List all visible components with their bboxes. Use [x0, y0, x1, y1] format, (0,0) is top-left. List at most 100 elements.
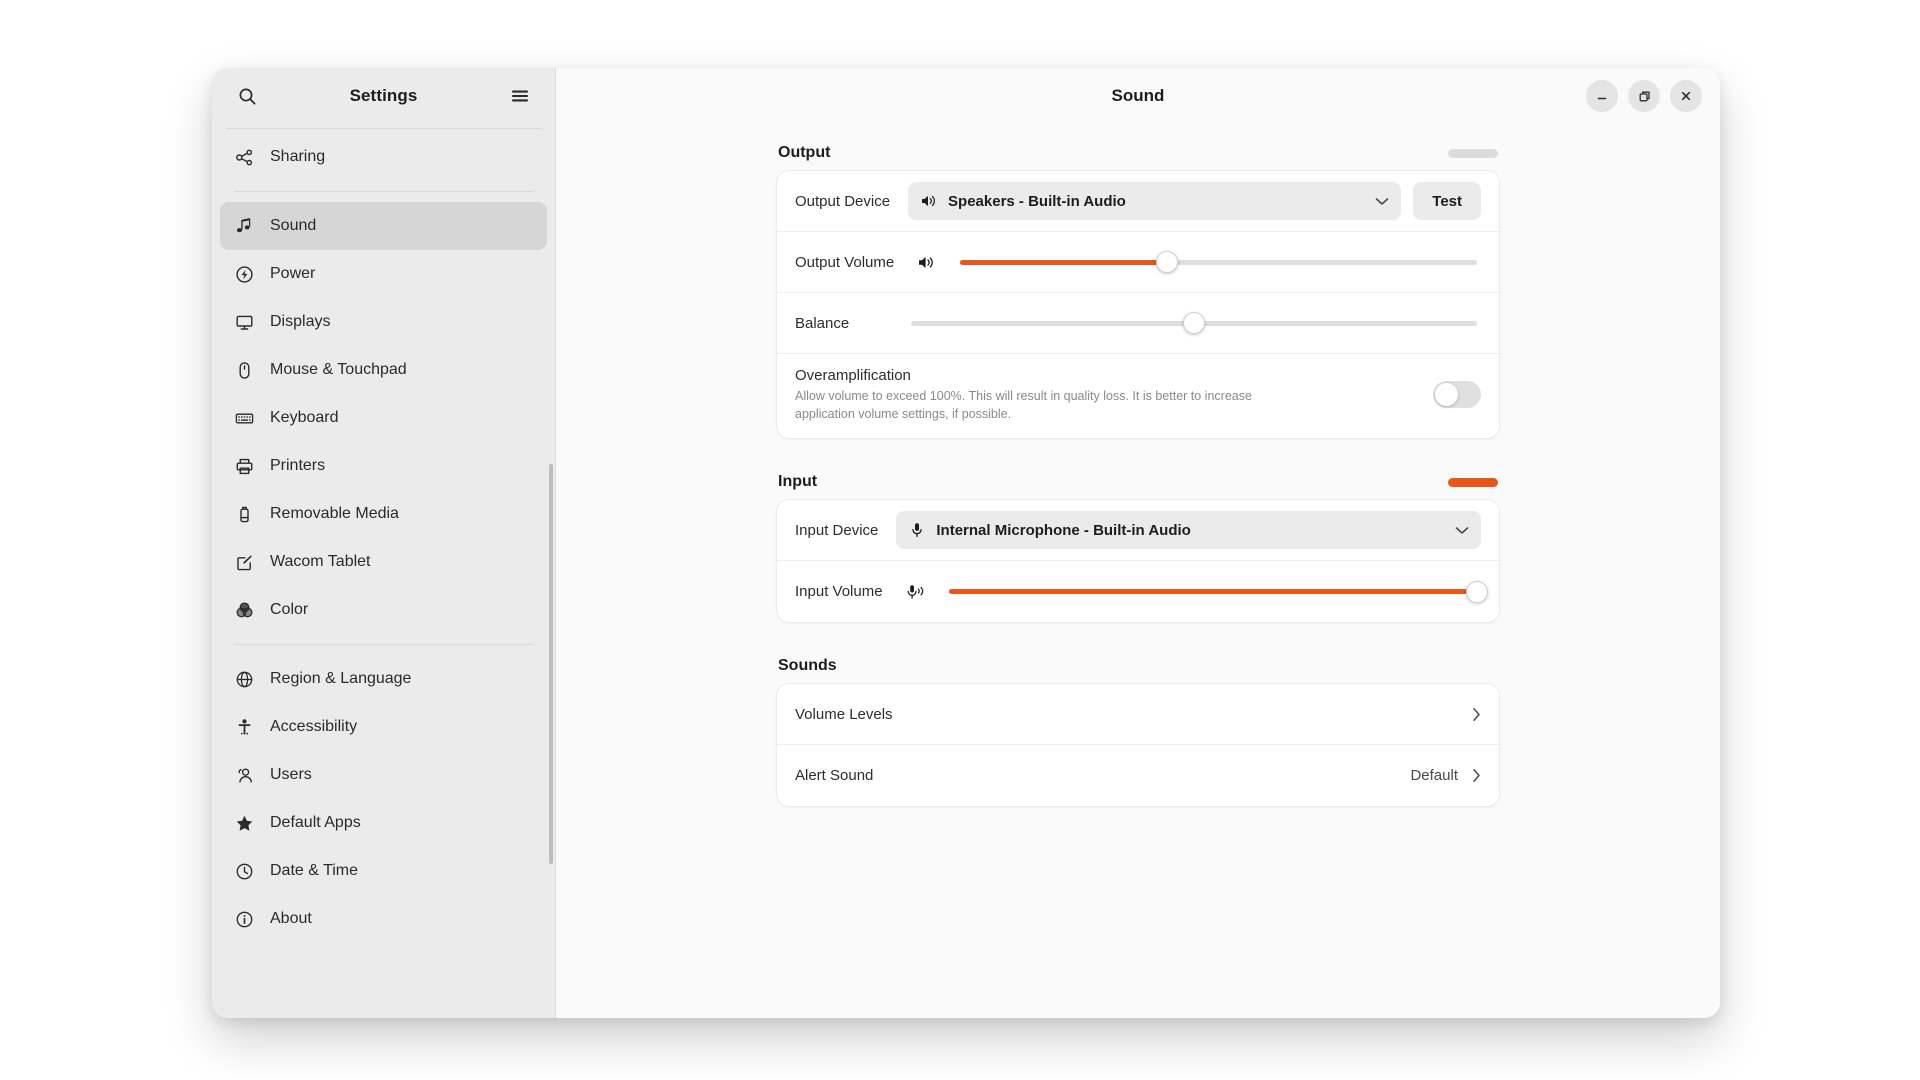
sidebar-item-label: Color [270, 601, 309, 618]
balance-handle[interactable] [1183, 312, 1206, 334]
toggle-knob [1435, 383, 1458, 406]
sidebar-item-label: Power [270, 265, 316, 282]
chevron-right-icon [1472, 707, 1481, 722]
output-device-label: Output Device [795, 192, 891, 210]
sidebar-divider-2 [234, 644, 533, 645]
sidebar-item-sound[interactable]: Sound [220, 202, 547, 250]
volume-levels-row[interactable]: Volume Levels [777, 684, 1499, 745]
overamplification-title: Overamplification [795, 367, 911, 384]
info-icon [234, 909, 254, 929]
sidebar-item-label: About [270, 910, 312, 927]
balance-label: Balance [795, 314, 850, 332]
sidebar: Settings Sharing Sound Power Displays Mo… [212, 68, 556, 1018]
test-button[interactable]: Test [1413, 182, 1481, 220]
sidebar-item-sharing[interactable]: Sharing [220, 133, 547, 181]
input-volume-handle[interactable] [1466, 580, 1488, 603]
sidebar-item-default-apps[interactable]: Default Apps [220, 799, 547, 847]
usb-drive-icon [234, 504, 254, 524]
sidebar-item-keyboard[interactable]: Keyboard [220, 394, 547, 442]
sidebar-item-label: Displays [270, 313, 331, 330]
sidebar-item-label: Region & Language [270, 670, 412, 687]
overamplification-row: Overamplification Allow volume to exceed… [777, 354, 1499, 438]
sounds-section-header: Sounds [776, 649, 1500, 683]
minimize-icon[interactable] [1586, 80, 1618, 112]
input-level-meter [1448, 477, 1498, 487]
share-icon [234, 147, 254, 167]
input-device-row: Input Device Internal Microphone - Built… [777, 500, 1499, 561]
output-section-header: Output [776, 136, 1500, 170]
overamplification-description: Allow volume to exceed 100%. This will r… [795, 389, 1252, 421]
alert-sound-value: Default [1410, 767, 1458, 784]
sidebar-item-removable-media[interactable]: Removable Media [220, 490, 547, 538]
overamplification-toggle[interactable] [1433, 381, 1481, 408]
sidebar-top-divider [226, 128, 541, 129]
alert-sound-label: Alert Sound [795, 767, 874, 784]
screen: Settings Sharing Sound Power Displays Mo… [0, 0, 1920, 1080]
input-volume-fill [948, 589, 1477, 594]
input-device-dropdown[interactable]: Internal Microphone - Built-in Audio [896, 511, 1481, 549]
page-title: Sound [1111, 86, 1165, 105]
output-volume-slider[interactable] [960, 250, 1477, 274]
sidebar-item-color[interactable]: Color [220, 586, 547, 634]
input-section: Input Input Device Internal Microphone -… [776, 465, 1500, 623]
sidebar-item-users[interactable]: Users [220, 751, 547, 799]
sidebar-item-label: Date & Time [270, 862, 359, 879]
output-volume-handle[interactable] [1155, 251, 1178, 273]
music-note-icon [234, 216, 254, 236]
alert-sound-row[interactable]: Alert Sound Default [777, 745, 1499, 806]
sidebar-item-about[interactable]: About [220, 895, 547, 943]
maximize-icon[interactable] [1628, 80, 1660, 112]
volume-levels-label: Volume Levels [795, 705, 893, 723]
sounds-card: Volume Levels Alert Sound Default [776, 683, 1500, 807]
window-controls [1586, 80, 1702, 112]
speaker-icon [916, 252, 938, 272]
accessibility-icon [234, 717, 254, 737]
output-volume-label: Output Volume [795, 253, 895, 271]
output-volume-row: Output Volume [777, 232, 1499, 293]
sidebar-item-label: Removable Media [270, 505, 399, 522]
chevron-right-icon [1472, 768, 1481, 783]
input-volume-slider[interactable] [948, 580, 1488, 604]
sidebar-item-power[interactable]: Power [220, 250, 547, 298]
sidebar-item-wacom-tablet[interactable]: Wacom Tablet [220, 538, 547, 586]
balance-slider[interactable] [911, 311, 1477, 335]
close-icon[interactable] [1670, 80, 1702, 112]
input-section-header: Input [776, 465, 1500, 499]
sidebar-divider-1 [234, 191, 533, 192]
main-pane: Sound Output Output Device Speakers - Bu… [556, 68, 1720, 1018]
sidebar-item-accessibility[interactable]: Accessibility [220, 703, 547, 751]
input-device-value: Internal Microphone - Built-in Audio [936, 521, 1191, 539]
sidebar-item-region-language[interactable]: Region & Language [220, 655, 547, 703]
sidebar-item-label: Default Apps [270, 814, 361, 831]
microphone-icon [908, 522, 925, 539]
output-section-title: Output [778, 144, 831, 161]
balance-row: Balance [777, 293, 1499, 354]
monitor-icon [234, 312, 254, 332]
sounds-section-title: Sounds [778, 657, 837, 674]
sidebar-item-displays[interactable]: Displays [220, 298, 547, 346]
sidebar-item-label: Printers [270, 457, 326, 474]
sidebar-item-label: Mouse & Touchpad [270, 361, 407, 378]
microphone-level-icon [905, 582, 927, 602]
input-section-title: Input [778, 473, 818, 490]
output-device-dropdown[interactable]: Speakers - Built-in Audio [908, 182, 1402, 220]
input-device-label: Input Device [795, 521, 879, 539]
sidebar-item-date-time[interactable]: Date & Time [220, 847, 547, 895]
tablet-pen-icon [234, 552, 254, 572]
globe-icon [234, 669, 254, 689]
sidebar-scrollbar[interactable] [549, 464, 553, 864]
settings-content: Output Output Device Speakers - Built-in… [556, 124, 1720, 1018]
search-icon[interactable] [230, 79, 264, 113]
users-icon [234, 765, 254, 785]
sounds-section: Sounds Volume Levels Alert Sound Default [776, 649, 1500, 807]
sidebar-item-printers[interactable]: Printers [220, 442, 547, 490]
input-card: Input Device Internal Microphone - Built… [776, 499, 1500, 623]
chevron-down-icon [1455, 526, 1469, 535]
sidebar-item-label: Accessibility [270, 718, 358, 735]
output-device-value: Speakers - Built-in Audio [948, 192, 1126, 210]
input-volume-label: Input Volume [795, 583, 883, 600]
sidebar-title: Settings [349, 86, 418, 105]
sidebar-item-mouse-touchpad[interactable]: Mouse & Touchpad [220, 346, 547, 394]
hamburger-menu-icon[interactable] [503, 79, 537, 113]
sidebar-nav-list: Sharing Sound Power Displays Mouse & Tou… [212, 124, 555, 1018]
